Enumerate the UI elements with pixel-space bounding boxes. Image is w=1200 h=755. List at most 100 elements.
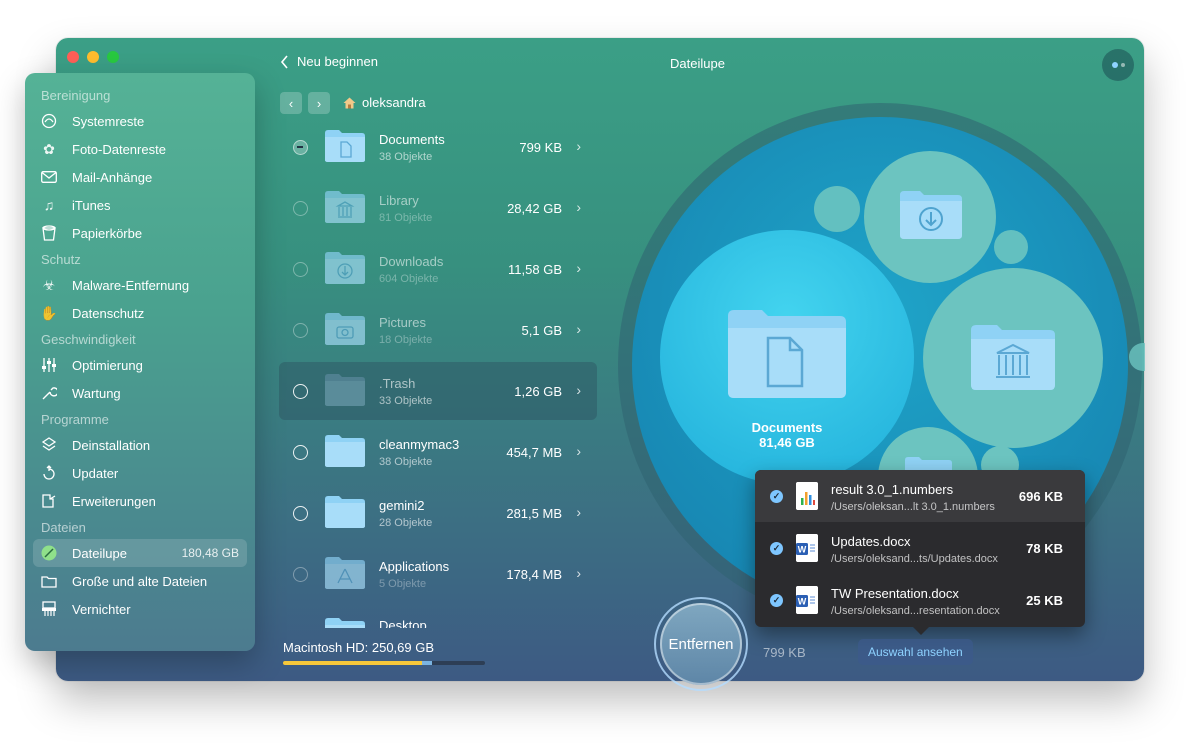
disk-usage-fill bbox=[283, 661, 423, 665]
file-name: Desktop bbox=[379, 618, 427, 628]
file-count: 38 Objekte bbox=[379, 456, 433, 468]
row-checkbox[interactable] bbox=[293, 262, 308, 277]
file-size: 281,5 MB bbox=[506, 506, 562, 521]
sidebar-section-protection: Schutz bbox=[41, 252, 81, 267]
file-row-desktop[interactable]: Desktop bbox=[279, 606, 597, 628]
file-count: 18 Objekte bbox=[379, 334, 433, 346]
file-size: 454,7 MB bbox=[506, 445, 562, 460]
sidebar-item-malware-entfernung[interactable]: ☣ Malware-Entfernung bbox=[25, 271, 255, 299]
row-checkbox[interactable] bbox=[293, 140, 308, 155]
sidebar-item-erweiterungen[interactable]: Erweiterungen bbox=[25, 487, 255, 515]
selection-item-name: Updates.docx bbox=[831, 534, 911, 549]
file-row-downloads[interactable]: Downloads 604 Objekte 11,58 GB › bbox=[279, 240, 597, 298]
sidebar-item-optimierung[interactable]: Optimierung bbox=[25, 351, 255, 379]
chevron-left-icon: ‹ bbox=[288, 95, 294, 111]
sidebar-item-deinstallation[interactable]: Deinstallation bbox=[25, 431, 255, 459]
sidebar-item-updater[interactable]: Updater bbox=[25, 459, 255, 487]
hand-icon: ✋ bbox=[40, 304, 58, 321]
chevron-right-icon[interactable]: › bbox=[576, 321, 581, 337]
row-checkbox[interactable] bbox=[293, 201, 308, 216]
chevron-right-icon[interactable]: › bbox=[576, 199, 581, 215]
sidebar-item-itunes[interactable]: ♫ iTunes bbox=[25, 191, 255, 219]
chevron-right-icon[interactable]: › bbox=[576, 382, 581, 398]
file-row-documents[interactable]: Documents 38 Objekte 799 KB › bbox=[279, 118, 597, 176]
updater-icon bbox=[41, 465, 57, 481]
file-size: 11,58 GB bbox=[508, 262, 562, 277]
sidebar-item-dateilupe[interactable]: Dateilupe 180,48 GB bbox=[33, 539, 247, 567]
selection-item-size: 78 KB bbox=[1026, 541, 1063, 556]
mail-icon bbox=[41, 169, 57, 185]
assistant-button[interactable] bbox=[1102, 49, 1134, 81]
selection-item-name: TW Presentation.docx bbox=[831, 586, 959, 601]
file-list: Documents 38 Objekte 799 KB › Library 81… bbox=[279, 118, 597, 628]
selection-item-path: /Users/oleksan...lt 3.0_1.numbers bbox=[831, 501, 995, 513]
selection-item[interactable]: ✓ W TW Presentation.docx /Users/oleksand… bbox=[755, 574, 1085, 626]
documents-folder-icon bbox=[728, 310, 846, 398]
sidebar-section-cleanup: Bereinigung bbox=[41, 88, 111, 103]
file-row-pictures[interactable]: Pictures 18 Objekte 5,1 GB › bbox=[279, 301, 597, 359]
file-size: 1,26 GB bbox=[514, 384, 562, 399]
sidebar-item-label: Dateilupe bbox=[72, 545, 127, 561]
row-checkbox[interactable] bbox=[293, 445, 308, 460]
sidebar-item-systemreste[interactable]: Systemreste bbox=[25, 107, 255, 135]
breadcrumb[interactable]: oleksandra bbox=[343, 95, 426, 110]
selected-check-icon[interactable]: ✓ bbox=[770, 594, 783, 607]
file-row-cleanmymac3[interactable]: cleanmymac3 38 Objekte 454,7 MB › bbox=[279, 423, 597, 481]
sidebar-item-mail-anhaenge[interactable]: Mail-Anhänge bbox=[25, 163, 255, 191]
selection-item-name: result 3.0_1.numbers bbox=[831, 482, 954, 497]
sidebar-item-foto-datenreste[interactable]: ✿ Foto-Datenreste bbox=[25, 135, 255, 163]
window-title: Dateilupe bbox=[670, 56, 725, 71]
selection-item[interactable]: ✓ W Updates.docx /Users/oleksand...ts/Up… bbox=[755, 522, 1085, 574]
file-row-applications[interactable]: Applications 5 Objekte 178,4 MB › bbox=[279, 545, 597, 603]
remove-button-ring: Entfernen bbox=[654, 597, 748, 691]
folder-trash-icon bbox=[325, 374, 365, 406]
sidebar-section-files: Dateien bbox=[41, 520, 86, 535]
selection-item-path: /Users/oleksand...resentation.docx bbox=[831, 605, 1000, 617]
remove-button[interactable]: Entfernen bbox=[660, 603, 742, 685]
uninstall-icon bbox=[41, 437, 57, 453]
sidebar-item-datenschutz[interactable]: ✋ Datenschutz bbox=[25, 299, 255, 327]
sidebar-section-apps: Programme bbox=[41, 412, 109, 427]
file-size: 5,1 GB bbox=[521, 323, 562, 338]
selection-item-size: 696 KB bbox=[1018, 489, 1063, 504]
selected-check-icon[interactable]: ✓ bbox=[770, 490, 783, 503]
systemreste-icon bbox=[41, 113, 57, 129]
nav-forward-button[interactable]: › bbox=[308, 92, 330, 114]
sidebar-item-label: Vernichter bbox=[72, 601, 131, 617]
small-bubble-2[interactable] bbox=[994, 230, 1028, 264]
row-checkbox[interactable] bbox=[293, 567, 308, 582]
row-checkbox[interactable] bbox=[293, 506, 308, 521]
sidebar-item-vernichter[interactable]: Vernichter bbox=[25, 595, 255, 623]
row-checkbox[interactable] bbox=[293, 384, 308, 399]
file-size: 28,42 GB bbox=[507, 201, 562, 216]
small-bubble-1[interactable] bbox=[814, 186, 860, 232]
file-row-gemini2[interactable]: gemini2 28 Objekte 281,5 MB › bbox=[279, 484, 597, 542]
row-checkbox[interactable] bbox=[293, 323, 308, 338]
sidebar-item-grosse-alte-dateien[interactable]: Große und alte Dateien bbox=[25, 567, 255, 595]
selection-item[interactable]: ✓ result 3.0_1.numbers /Users/oleksan...… bbox=[755, 470, 1085, 522]
file-row-trash[interactable]: .Trash 33 Objekte 1,26 GB › bbox=[279, 362, 597, 420]
file-count: 28 Objekte bbox=[379, 517, 433, 529]
sidebar-item-label: Systemreste bbox=[72, 113, 145, 129]
chevron-right-icon[interactable]: › bbox=[576, 138, 581, 154]
sidebar-item-wartung[interactable]: Wartung bbox=[25, 379, 255, 407]
selected-check-icon[interactable]: ✓ bbox=[770, 542, 783, 555]
sidebar-item-label: Große und alte Dateien bbox=[72, 573, 208, 589]
file-row-library[interactable]: Library 81 Objekte 28,42 GB › bbox=[279, 179, 597, 237]
chevron-right-icon[interactable]: › bbox=[576, 260, 581, 276]
chevron-right-icon[interactable]: › bbox=[576, 504, 581, 520]
file-count: 5 Objekte bbox=[379, 578, 427, 590]
sidebar-item-label: Erweiterungen bbox=[72, 493, 156, 509]
sidebar-item-label: Wartung bbox=[72, 385, 121, 401]
review-selection-button[interactable]: Auswahl ansehen bbox=[858, 639, 973, 665]
library-folder-icon bbox=[971, 325, 1055, 390]
assistant-dot-small-icon bbox=[1120, 63, 1125, 67]
chevron-right-icon[interactable]: › bbox=[576, 443, 581, 459]
file-name: Pictures bbox=[379, 315, 426, 330]
folder-icon bbox=[41, 573, 57, 589]
svg-text:W: W bbox=[798, 545, 807, 555]
nav-back-button[interactable]: ‹ bbox=[280, 92, 302, 114]
sidebar-item-papierkoerbe[interactable]: Papierkörbe bbox=[25, 219, 255, 247]
chevron-right-icon[interactable]: › bbox=[576, 565, 581, 581]
sidebar-section-speed: Geschwindigkeit bbox=[41, 332, 136, 347]
